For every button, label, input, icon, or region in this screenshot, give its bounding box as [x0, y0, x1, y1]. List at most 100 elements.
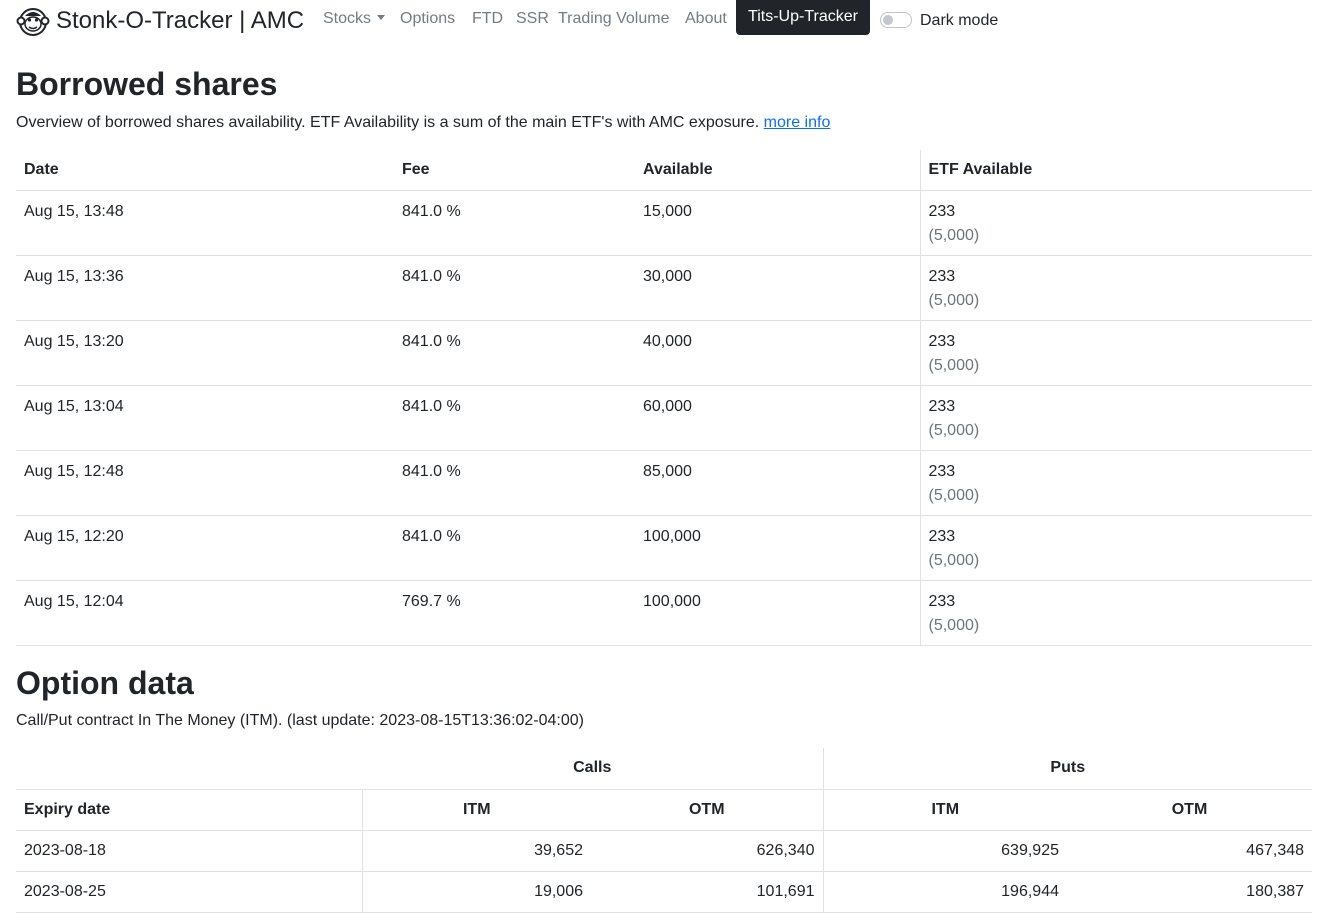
- etf-available-sub: (5,000): [928, 421, 980, 439]
- group-header-calls: Calls: [362, 748, 823, 790]
- option-data-title: Option data: [16, 665, 194, 701]
- etf-available-sub: (5,000): [928, 616, 980, 634]
- etf-available-value: 233: [928, 332, 956, 350]
- table-row: Aug 15, 12:04 769.7 % 100,000 233 (5,000): [16, 580, 1312, 646]
- brand-title: Stonk-O-Tracker | AMC: [56, 7, 305, 34]
- table-row: Aug 15, 13:36 841.0 % 30,000 233 (5,000): [16, 255, 1312, 321]
- cell-puts-itm: 196,944: [822, 871, 1067, 913]
- cell-fee: 841.0 %: [394, 385, 635, 451]
- col-header-puts-otm: OTM: [1067, 789, 1313, 831]
- etf-available-sub: (5,000): [928, 356, 980, 374]
- cell-available: 100,000: [635, 580, 920, 646]
- table-row: Aug 15, 12:20 841.0 % 100,000 233 (5,000): [16, 515, 1312, 581]
- group-header-puts: Puts: [822, 748, 1313, 790]
- nav-trading-volume[interactable]: Trading Volume: [558, 9, 669, 29]
- cell-etf-available: 233 (5,000): [919, 320, 1312, 386]
- table-header-row: Date Fee Available ETF Available: [16, 150, 1312, 191]
- etf-available-value: 233: [928, 267, 956, 285]
- etf-available-value: 233: [928, 397, 956, 415]
- cell-puts-otm: 467,348: [1067, 830, 1313, 872]
- cell-calls-otm: 626,340: [591, 830, 823, 872]
- borrowed-table-body: Aug 15, 13:48 841.0 % 15,000 233 (5,000) Aug …: [16, 190, 1312, 646]
- cell-fee: 769.7 %: [394, 580, 635, 646]
- cell-puts-otm: 180,387: [1067, 871, 1313, 913]
- table-row: Aug 15, 13:20 841.0 % 40,000 233 (5,000): [16, 320, 1312, 386]
- nav-stocks-dropdown[interactable]: Stocks: [323, 9, 386, 29]
- nav-ftd[interactable]: FTD: [472, 9, 503, 29]
- cell-calls-itm: 19,006: [361, 871, 591, 913]
- navbar: Stonk-O-Tracker | AMC Stocks Options FTD…: [0, 0, 1320, 40]
- col-header-available: Available: [635, 150, 920, 191]
- table-row: Aug 15, 13:48 841.0 % 15,000 233 (5,000): [16, 190, 1312, 256]
- dark-mode-label: Dark mode: [920, 12, 999, 29]
- brand-link[interactable]: Stonk-O-Tracker | AMC: [16, 4, 304, 38]
- col-header-etf-available: ETF Available: [919, 150, 1312, 191]
- cell-etf-available: 233 (5,000): [919, 385, 1312, 451]
- nav-stocks-label: Stocks: [323, 10, 372, 27]
- cell-date: Aug 15, 13:36: [16, 255, 394, 321]
- etf-available-value: 233: [928, 202, 956, 220]
- col-header-fee: Fee: [394, 150, 635, 191]
- col-header-calls-otm: OTM: [591, 789, 823, 831]
- cell-date: Aug 15, 12:04: [16, 580, 394, 646]
- group-header-empty: [16, 748, 362, 790]
- table-header-row: Expiry date ITM OTM ITM OTM: [16, 789, 1313, 831]
- toggle-knob: [883, 15, 893, 25]
- cell-available: 85,000: [635, 450, 920, 516]
- cell-fee: 841.0 %: [394, 255, 635, 321]
- borrowed-shares-table: Date Fee Available ETF Available Aug 15,…: [16, 150, 1312, 646]
- cell-date: Aug 15, 13:48: [16, 190, 394, 256]
- cell-date: Aug 15, 12:20: [16, 515, 394, 581]
- cell-fee: 841.0 %: [394, 190, 635, 256]
- cell-date: Aug 15, 13:20: [16, 320, 394, 386]
- borrowed-shares-description: Overview of borrowed shares availability…: [16, 113, 830, 133]
- cell-etf-available: 233 (5,000): [919, 515, 1312, 581]
- cell-available: 60,000: [635, 385, 920, 451]
- option-data-description: Call/Put contract In The Money (ITM). (l…: [16, 712, 584, 729]
- col-header-calls-itm: ITM: [361, 789, 591, 831]
- group-header-row: Calls Puts: [16, 748, 1313, 790]
- cell-available: 15,000: [635, 190, 920, 256]
- monkey-logo-icon: [16, 8, 50, 36]
- etf-available-value: 233: [928, 592, 956, 610]
- cell-puts-itm: 639,925: [822, 830, 1067, 872]
- table-row: 2023-08-25 19,006 101,691 196,944 180,387: [16, 871, 1313, 913]
- cell-etf-available: 233 (5,000): [919, 255, 1312, 321]
- tits-up-tracker-label: Tits-Up-Tracker: [748, 8, 858, 25]
- cell-calls-itm: 39,652: [361, 830, 591, 872]
- cell-etf-available: 233 (5,000): [919, 190, 1312, 256]
- cell-expiry-date: 2023-08-25: [16, 871, 362, 913]
- more-info-link[interactable]: more info: [764, 114, 831, 131]
- cell-available: 100,000: [635, 515, 920, 581]
- cell-etf-available: 233 (5,000): [919, 450, 1312, 516]
- borrowed-shares-title: Borrowed shares: [16, 66, 278, 102]
- nav-options[interactable]: Options: [400, 9, 455, 29]
- cell-etf-available: 233 (5,000): [919, 580, 1312, 646]
- etf-available-sub: (5,000): [928, 291, 980, 309]
- etf-available-sub: (5,000): [928, 551, 980, 569]
- etf-available-sub: (5,000): [928, 486, 980, 504]
- col-header-date: Date: [16, 150, 394, 191]
- table-row: Aug 15, 13:04 841.0 % 60,000 233 (5,000): [16, 385, 1312, 451]
- cell-available: 30,000: [635, 255, 920, 321]
- cell-available: 40,000: [635, 320, 920, 386]
- etf-available-value: 233: [928, 462, 956, 480]
- etf-available-value: 233: [928, 527, 956, 545]
- cell-calls-otm: 101,691: [591, 871, 823, 913]
- nav-about[interactable]: About: [685, 9, 727, 29]
- table-row: 2023-08-18 39,652 626,340 639,925 467,348: [16, 830, 1313, 872]
- cell-date: Aug 15, 13:04: [16, 385, 394, 451]
- col-header-expiry-date: Expiry date: [16, 789, 362, 831]
- tits-up-tracker-button[interactable]: Tits-Up-Tracker: [736, 0, 870, 35]
- borrowed-description-text: Overview of borrowed shares availability…: [16, 114, 760, 131]
- option-data-table: Calls Puts Expiry date ITM OTM ITM OTM 2…: [16, 748, 1313, 913]
- etf-available-sub: (5,000): [928, 226, 980, 244]
- table-row: Aug 15, 12:48 841.0 % 85,000 233 (5,000): [16, 450, 1312, 516]
- cell-date: Aug 15, 12:48: [16, 450, 394, 516]
- cell-fee: 841.0 %: [394, 450, 635, 516]
- dark-mode-toggle[interactable]: [880, 12, 912, 28]
- cell-expiry-date: 2023-08-18: [16, 830, 362, 872]
- nav-ssr[interactable]: SSR: [516, 9, 549, 29]
- caret-down-icon: [377, 15, 386, 20]
- cell-fee: 841.0 %: [394, 515, 635, 581]
